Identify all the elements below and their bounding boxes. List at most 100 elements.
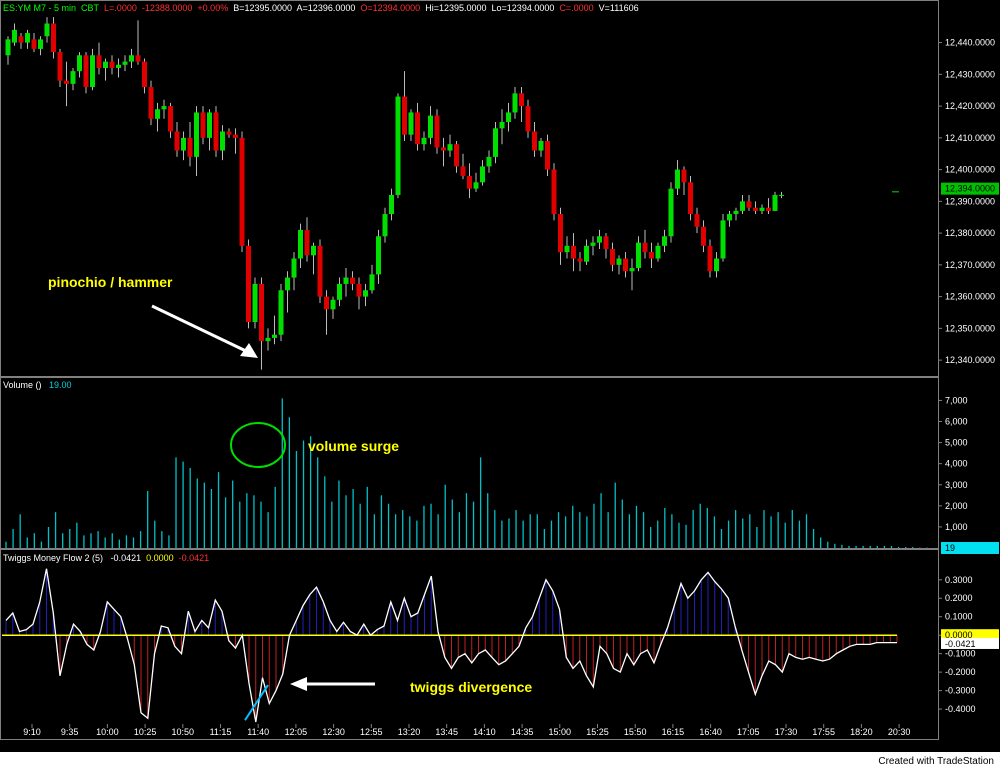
candle-body — [558, 214, 563, 253]
candle-body — [116, 64, 121, 68]
candle-body — [538, 141, 544, 151]
candle-body — [681, 169, 687, 183]
tmf-tick-label: 0.3000 — [945, 575, 973, 585]
candle-body — [246, 245, 251, 323]
candle-body — [499, 121, 505, 129]
time-tick-label: 17:55 — [812, 727, 835, 737]
time-tick-label: 9:10 — [23, 727, 41, 737]
candle-body — [616, 258, 622, 265]
price-tick-label: 12,370.0000 — [945, 260, 995, 270]
time-tick-label: 9:35 — [61, 727, 79, 737]
last-label: L=.0000 — [104, 3, 137, 13]
time-tick-label: 15:00 — [549, 727, 572, 737]
hammer-annotation: pinochio / hammer — [48, 274, 173, 290]
candle-body — [746, 201, 752, 208]
price-header: ES:YM M7 - 5 min CBT L=.0000 -12388.0000… — [3, 3, 639, 13]
candle-body — [668, 188, 674, 237]
candle-body — [200, 112, 206, 138]
candle-body — [259, 283, 264, 342]
candle-body — [701, 226, 706, 246]
candle-body — [662, 236, 667, 246]
price-tick-label: 12,420.0000 — [945, 101, 995, 111]
candle-body — [753, 207, 758, 211]
candle-body — [174, 131, 180, 151]
volume-tick-label: 1,000 — [945, 522, 968, 532]
price-tick-label: 12,440.0000 — [945, 38, 995, 48]
tmf-tick-label: -0.4000 — [945, 704, 976, 714]
change-label: -12388.0000 — [141, 3, 193, 13]
candle-body — [18, 36, 24, 43]
time-tick-label: 14:10 — [473, 727, 496, 737]
time-tick-label: 18:20 — [850, 727, 873, 737]
candle-body — [239, 137, 245, 246]
time-tick-label: 17:05 — [737, 727, 760, 737]
time-tick-label: 16:15 — [662, 727, 685, 737]
candle-body — [486, 156, 492, 167]
candle-body — [707, 245, 713, 272]
time-tick-label: 13:20 — [398, 727, 421, 737]
candle-body — [506, 112, 511, 122]
candle-body — [649, 252, 654, 259]
candle-body — [109, 61, 115, 68]
volume-tick-label: 6,000 — [945, 417, 968, 427]
candle-body — [454, 144, 459, 167]
candle-body — [694, 214, 700, 227]
candle-body — [369, 274, 375, 291]
candle-body — [12, 29, 17, 43]
candle-body — [428, 115, 433, 138]
volume-tick-label: 4,000 — [945, 459, 968, 469]
candle-body — [291, 258, 297, 278]
candle-body — [584, 245, 589, 262]
candle-body — [343, 277, 349, 284]
time-tick-label: 14:35 — [511, 727, 534, 737]
candle-body — [551, 169, 557, 215]
candle-body — [460, 166, 466, 176]
candle-body — [675, 169, 680, 189]
candle-body — [155, 109, 160, 119]
candle-body — [64, 80, 69, 84]
candle-body — [70, 71, 76, 84]
candle-body — [57, 52, 63, 81]
candle-body — [395, 96, 401, 195]
candle-body — [272, 334, 277, 338]
time-tick-label: 12:55 — [360, 727, 383, 737]
open-label: O=12394.0000 — [360, 3, 421, 13]
candle-body — [577, 258, 583, 262]
candle-body — [382, 214, 388, 237]
volume-value: 19.00 — [49, 380, 72, 390]
candle-body — [447, 144, 453, 151]
time-tick-label: 12:30 — [322, 727, 345, 737]
candle-body — [252, 283, 258, 323]
time-tick-label: 17:30 — [775, 727, 798, 737]
candle-body — [408, 112, 414, 135]
candle-body — [597, 236, 602, 243]
price-tick-label: 12,410.0000 — [945, 133, 995, 143]
candle-body — [720, 220, 726, 259]
candle-body — [324, 296, 329, 310]
candle-body — [207, 112, 212, 138]
twiggs-title: Twiggs Money Flow 2 (5) — [3, 553, 104, 563]
candle-body — [44, 23, 50, 37]
price-tick-label: 12,360.0000 — [945, 292, 995, 302]
tmf-tick-label: 0.2000 — [945, 593, 973, 603]
candle-body — [38, 39, 43, 49]
tradestation-chart-window: 12,340.0000 12,350.0000 12,360.0000 12,370.… — [0, 0, 1000, 767]
candle-body — [265, 337, 271, 342]
candle-body — [77, 55, 82, 72]
time-tick-label: 11:15 — [210, 727, 232, 737]
candle-body — [564, 245, 570, 253]
candle-body — [96, 55, 102, 68]
close-label: C=.0000 — [559, 3, 594, 13]
time-tick-label: 11:40 — [247, 727, 269, 737]
candle-body — [161, 106, 167, 110]
candle-body — [727, 214, 732, 221]
volume-header: Volume () 19.00 — [3, 380, 72, 390]
candle-body — [285, 277, 290, 291]
tmf-tick-label: -0.1000 — [945, 649, 976, 659]
candle-body — [733, 210, 739, 215]
volume-tick-label: 3,000 — [945, 480, 968, 490]
ask-label: A=12396.0000 — [296, 3, 356, 13]
time-tick-label: 13:45 — [435, 727, 458, 737]
tmf-tick-label: -0.2000 — [945, 667, 976, 677]
candle-body — [759, 207, 765, 211]
